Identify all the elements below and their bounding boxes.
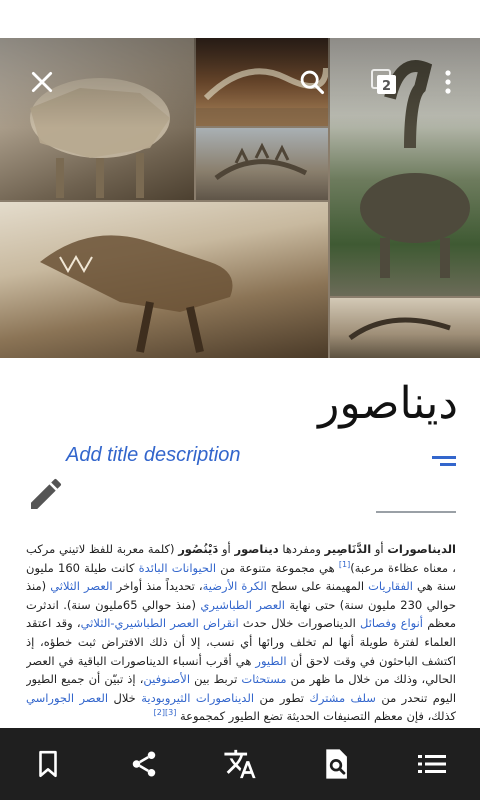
article-text: الديناصورات خلال حدث	[238, 616, 360, 631]
article-link[interactable]: الكرة الأرضية	[203, 579, 267, 593]
status-bar	[0, 0, 480, 38]
skeleton-photo-stegosaurus	[196, 128, 328, 200]
list-icon	[418, 755, 446, 773]
lead-image-collage[interactable]: 2	[0, 38, 480, 358]
article-link[interactable]: الأصنوفين	[143, 672, 190, 686]
more-vertical-icon	[445, 70, 451, 94]
find-in-page-button[interactable]	[310, 738, 362, 790]
article-link[interactable]: الفقاريات	[368, 579, 413, 593]
article-link[interactable]: مستحثات	[241, 672, 286, 686]
article-lead-paragraph: الديناصورات أو الدَّنَاصِير ومفردها دينا…	[26, 540, 456, 726]
find-in-page-icon	[326, 749, 347, 779]
article-link[interactable]: الثيروبودية	[141, 691, 190, 705]
search-icon	[300, 70, 325, 95]
bold-term: ديناصور	[234, 542, 279, 556]
bookmark-icon	[39, 750, 57, 778]
article-link[interactable]: سلف مشترك	[309, 691, 376, 705]
article-text: المهيمنة على سطح	[266, 579, 369, 594]
edit-button[interactable]	[26, 474, 66, 514]
translate-button[interactable]	[214, 738, 266, 790]
pencil-icon	[31, 478, 62, 509]
article-text: أو	[218, 542, 235, 556]
article-link[interactable]: العصر الطباشيري	[200, 598, 285, 612]
language-button[interactable]	[428, 450, 460, 474]
article-text: أو	[371, 542, 388, 556]
article-text: كذلك، فإن معظم التصنيفات الحديثة تضع الط…	[176, 709, 456, 724]
contents-button[interactable]	[406, 738, 458, 790]
article-text: تربط بين	[190, 672, 242, 687]
bold-term: الديناصورات	[387, 542, 456, 556]
overflow-menu-button[interactable]	[428, 62, 468, 102]
skeleton-photo-lower-right	[330, 298, 480, 358]
tabs-button[interactable]: 2	[364, 62, 404, 102]
article-link[interactable]: العصر الثلاثي	[50, 579, 112, 593]
bookmark-button[interactable]	[22, 738, 74, 790]
article-text: ومفردها	[278, 542, 325, 556]
bottom-toolbar	[0, 728, 480, 800]
article-link[interactable]: الطيور	[255, 654, 286, 668]
page-title: ديناصور	[318, 378, 458, 429]
article-link[interactable]: الديناصورات	[196, 691, 254, 705]
article-text: تطور من	[254, 690, 310, 705]
reference-link[interactable]: [3][2]	[154, 709, 177, 718]
add-title-description-link[interactable]: Add title description	[66, 444, 241, 467]
article-link[interactable]: العصر الجوراسي	[26, 691, 108, 705]
article-link[interactable]: انقراض العصر الطباشيري-الثلاثي	[81, 616, 239, 630]
skeleton-photo-tyrannosaurus	[0, 202, 328, 358]
article-link[interactable]: الحيوانات البائدة	[139, 561, 216, 575]
share-icon	[132, 751, 156, 777]
article-text: خلال	[108, 690, 142, 705]
close-button[interactable]	[22, 62, 62, 102]
close-icon	[31, 71, 53, 93]
article-text: هي مجموعة متنوعة من	[216, 560, 339, 575]
bold-term: الدَّنَاصِير	[324, 542, 372, 556]
reference-link[interactable]: [1]	[339, 560, 350, 569]
bold-term: دَيْنُصُور	[178, 542, 219, 556]
article-text: ، تحديداً منذ أواخر	[112, 579, 203, 594]
tabs-count: 2	[382, 79, 391, 94]
search-button[interactable]	[292, 62, 332, 102]
translate-icon	[224, 749, 256, 779]
language-lines-icon	[432, 456, 456, 466]
hero-gradient	[0, 38, 480, 128]
tabs-icon: 2	[371, 69, 396, 94]
article-link[interactable]: أنواع وفصائل	[360, 616, 423, 630]
share-button[interactable]	[118, 738, 170, 790]
title-divider	[376, 511, 456, 513]
